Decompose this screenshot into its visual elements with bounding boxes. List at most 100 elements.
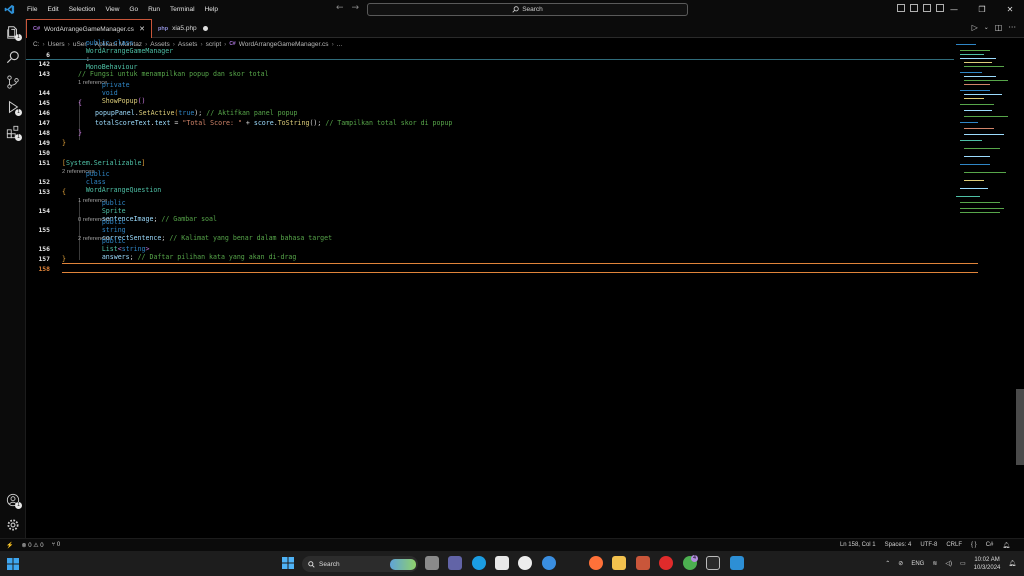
tab-label: xia5.php [172, 25, 197, 32]
code-token: public [101, 218, 126, 226]
warning-count: 0 [40, 542, 44, 549]
search-icon[interactable] [6, 50, 20, 64]
gear-icon[interactable] [6, 518, 20, 532]
close-window-button[interactable]: ✕ [996, 0, 1024, 19]
chevron-up-icon[interactable]: ⌃ [885, 560, 890, 567]
file-explorer-icon[interactable] [612, 556, 626, 570]
back-arrow-icon[interactable]: ← [336, 3, 344, 13]
chevron-down-icon[interactable]: ⌄ [984, 24, 989, 32]
chevron-right-icon: › [331, 40, 334, 48]
run-file-icon[interactable]: ▷ [972, 23, 978, 32]
firefox-icon[interactable] [589, 556, 603, 570]
toggle-primary-sidebar-icon[interactable] [897, 4, 905, 12]
edge-icon[interactable] [472, 556, 486, 570]
minimize-button[interactable]: — [940, 0, 968, 19]
code-token: score [253, 119, 274, 127]
command-center-search[interactable]: Search [367, 3, 688, 16]
code-line[interactable]: 146 popupPanel.SetActive(true); // Aktif… [26, 108, 954, 118]
volume-icon[interactable]: ◁) [945, 560, 952, 567]
app-icon[interactable] [636, 556, 650, 570]
language-status[interactable]: { } [971, 542, 977, 549]
github-icon[interactable] [518, 556, 532, 570]
indentation[interactable]: Spaces: 4 [885, 542, 912, 549]
clock[interactable]: 10:02 AM 10/3/2024 [974, 556, 1001, 572]
split-editor-icon[interactable]: ◫ [995, 23, 1003, 32]
sticky-keyword: public class [85, 39, 134, 47]
language-indicator[interactable]: ENG [911, 561, 924, 567]
breadcrumb-item[interactable]: ... [337, 41, 342, 48]
menu-terminal[interactable]: Terminal [165, 6, 200, 13]
breadcrumb-item[interactable]: script [206, 41, 222, 48]
line-number: 143 [38, 70, 50, 78]
code-token: popupPanel [95, 109, 135, 117]
menu-run[interactable]: Run [143, 6, 165, 13]
menu-edit[interactable]: Edit [42, 6, 63, 13]
network-off-icon[interactable]: ⊘ [898, 560, 903, 567]
end-of-line[interactable]: CRLF [946, 542, 962, 549]
breadcrumb-item[interactable]: WordArrangeGameManager.cs [239, 41, 329, 48]
error-count: 0 [28, 542, 32, 549]
minimap[interactable] [954, 40, 1016, 220]
notifications-bell-icon[interactable]: 🔔︎ [1002, 542, 1010, 549]
menu-help[interactable]: Help [200, 6, 223, 13]
code-token: + [241, 119, 254, 127]
code-line[interactable]: 156 public List<string> answers; // Daft… [26, 237, 954, 261]
opera-icon[interactable] [659, 556, 673, 570]
run-badge: 1 [15, 109, 22, 116]
start-button-icon[interactable] [282, 557, 294, 569]
notifications-icon[interactable]: 🔔︎ [1008, 560, 1016, 567]
menu-go[interactable]: Go [124, 6, 143, 13]
line-number: 6 [46, 51, 50, 59]
clock-date: 10/3/2024 [973, 564, 1001, 571]
vertical-scrollbar-thumb[interactable] [1016, 389, 1024, 465]
line-number: 144 [38, 89, 50, 97]
code-token: private [101, 81, 130, 89]
code-line[interactable]: 145 { [26, 98, 954, 108]
store-icon[interactable] [495, 556, 509, 570]
explorer-badge: 1 [15, 34, 22, 41]
task-view-icon[interactable] [425, 556, 439, 570]
code-line[interactable]: 143 // Fungsi untuk menampilkan popup da… [26, 69, 954, 79]
code-line[interactable]: 149 } [26, 138, 954, 148]
breadcrumb-item[interactable]: C: [33, 41, 40, 48]
restore-button[interactable]: ❐ [968, 0, 996, 19]
source-control-icon[interactable] [6, 75, 20, 89]
windows-start-icon[interactable] [7, 558, 19, 570]
encoding[interactable]: UTF-8 [920, 542, 937, 549]
code-line[interactable]: 144 private void ShowPopup() [26, 81, 954, 105]
search-highlight-icon [390, 558, 416, 570]
code-line[interactable]: 152 public class WordArrangeQuestion [26, 170, 954, 194]
toggle-secondary-sidebar-icon[interactable] [923, 4, 931, 12]
taskbar-search[interactable]: Search [302, 556, 418, 572]
unsaved-dot-icon[interactable] [203, 26, 208, 31]
error-icon: ⊗ [21, 542, 27, 549]
more-actions-icon[interactable]: ··· [1008, 23, 1016, 32]
code-line[interactable]: 151 [System.Serializable] [26, 158, 954, 168]
code-line[interactable]: 142 [26, 59, 954, 69]
cursor-position[interactable]: Ln 158, Col 1 [840, 542, 876, 549]
teams-icon[interactable] [448, 556, 462, 570]
breadcrumb-item[interactable]: Assets [178, 41, 198, 48]
menu-selection[interactable]: Selection [64, 6, 101, 13]
chrome-dev-icon[interactable] [542, 556, 556, 570]
code-string: "Total Score: " [182, 119, 242, 127]
code-token: (); [309, 119, 322, 127]
language-mode[interactable]: C# [986, 542, 994, 549]
code-line[interactable]: 150 [26, 148, 954, 158]
wifi-icon[interactable]: ≋ [932, 560, 937, 567]
battery-icon[interactable]: ▭ [960, 560, 966, 567]
remote-icon[interactable]: ⚡ [6, 542, 13, 549]
code-line[interactable]: 147 totalScoreText.text = "Total Score: … [26, 118, 954, 128]
code-editor[interactable]: 6 public class WordArrangeGameManager : … [26, 39, 978, 538]
code-line[interactable]: 148 } [26, 128, 954, 138]
menu-file[interactable]: File [22, 6, 42, 13]
vscode-taskbar-icon[interactable] [730, 556, 744, 570]
problems-indicator[interactable]: ⊗ 0 ⚠ 0 [21, 542, 43, 549]
ports-indicator[interactable]: ⑂ 0 [52, 542, 61, 549]
toggle-panel-icon[interactable] [910, 4, 918, 12]
vscode-logo-icon [0, 0, 18, 19]
code-token: true [178, 109, 195, 117]
forward-arrow-icon[interactable]: → [352, 3, 360, 13]
terminal-icon[interactable] [706, 556, 720, 570]
menu-view[interactable]: View [100, 6, 124, 13]
